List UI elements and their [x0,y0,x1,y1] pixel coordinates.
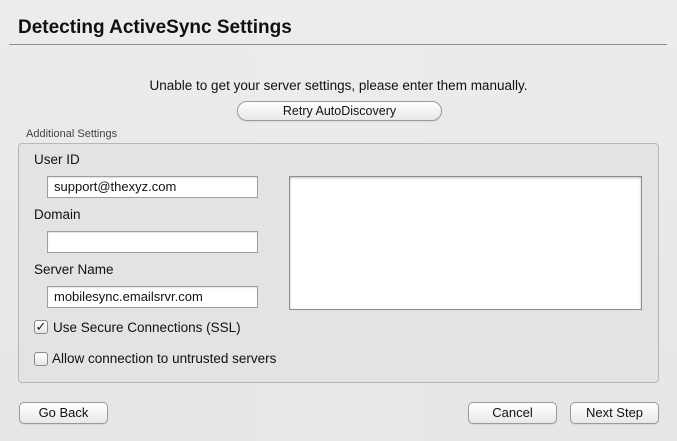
ssl-checkbox[interactable]: ✓ [34,320,48,334]
log-text-area[interactable] [289,176,642,310]
retry-autodiscovery-button[interactable]: Retry AutoDiscovery [237,101,442,121]
checkmark-icon: ✓ [35,319,47,334]
untrusted-servers-label: Allow connection to untrusted servers [52,351,277,366]
user-id-label: User ID [34,152,80,167]
ssl-label: Use Secure Connections (SSL) [53,320,241,335]
title-divider [9,44,667,45]
additional-settings-label: Additional Settings [26,128,118,140]
server-name-field[interactable]: mobilesync.emailsrvr.com [47,286,258,308]
domain-field[interactable] [47,231,258,253]
go-back-button[interactable]: Go Back [19,402,108,424]
dialog-title: Detecting ActiveSync Settings [18,17,292,38]
server-name-label: Server Name [34,262,114,277]
untrusted-servers-checkbox[interactable] [34,352,48,366]
user-id-field[interactable]: support@thexyz.com [47,176,258,198]
domain-label: Domain [34,207,81,222]
next-step-button[interactable]: Next Step [570,402,659,424]
cancel-button[interactable]: Cancel [468,402,557,424]
status-message: Unable to get your server settings, plea… [149,78,528,93]
activesync-dialog: Detecting ActiveSync Settings Unable to … [0,0,677,441]
